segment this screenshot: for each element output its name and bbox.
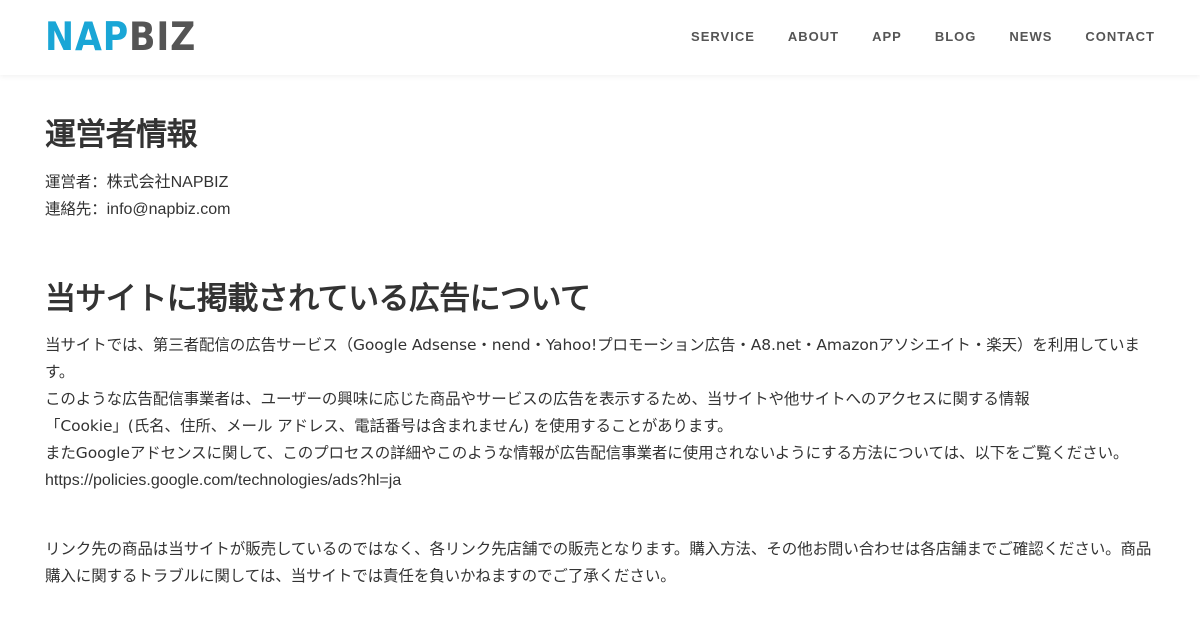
ads-paragraph-1: 当サイトでは、第三者配信の広告サービス（Google Adsense・nend・… bbox=[45, 336, 1140, 381]
ads-paragraph-4: またGoogleアドセンスに関して、このプロセスの詳細やこのような情報が広告配信… bbox=[45, 444, 1129, 462]
main-nav: SERVICE ABOUT APP BLOG NEWS CONTACT bbox=[691, 28, 1155, 46]
site-header: NAPBIZ SERVICE ABOUT APP BLOG NEWS CONTA… bbox=[0, 0, 1200, 75]
logo-text-nap: NAP bbox=[45, 15, 130, 60]
contact-email: info@napbiz.com bbox=[106, 201, 231, 218]
operator-info: 運営者：株式会社NAPBIZ 連絡先：info@napbiz.com bbox=[45, 169, 230, 223]
nav-app[interactable]: APP bbox=[872, 28, 902, 46]
operator-heading: 運営者情報 bbox=[45, 117, 198, 153]
nav-about[interactable]: ABOUT bbox=[788, 28, 839, 46]
nav-news[interactable]: NEWS bbox=[1009, 28, 1052, 46]
ads-note: リンク先の商品は当サイトが販売しているのではなく、各リンク先店舗での販売となりま… bbox=[45, 536, 1157, 590]
nav-service[interactable]: SERVICE bbox=[691, 28, 755, 46]
ads-paragraph-3: 「Cookie」(氏名、住所、メール アドレス、電話番号は含まれません) を使用… bbox=[45, 417, 733, 435]
logo-text-biz: BIZ bbox=[129, 15, 197, 60]
ads-paragraph-2: このような広告配信事業者は、ユーザーの興味に応じた商品やサービスの広告を表示する… bbox=[45, 390, 1030, 408]
nav-contact[interactable]: CONTACT bbox=[1085, 28, 1155, 46]
ads-note-text: リンク先の商品は当サイトが販売しているのではなく、各リンク先店舗での販売となりま… bbox=[45, 540, 1152, 585]
operator-row: 運営者：株式会社NAPBIZ bbox=[45, 169, 230, 196]
policy-url[interactable]: https://policies.google.com/technologies… bbox=[45, 472, 401, 489]
contact-row: 連絡先：info@napbiz.com bbox=[45, 196, 230, 223]
nav-blog[interactable]: BLOG bbox=[935, 28, 977, 46]
site-logo[interactable]: NAPBIZ bbox=[45, 18, 196, 58]
operator-label: 運営者： bbox=[45, 173, 107, 191]
ads-heading: 当サイトに掲載されている広告について bbox=[45, 281, 591, 317]
contact-label: 連絡先： bbox=[45, 200, 107, 218]
google-ads-policy-link[interactable]: https://policies.google.com/technologies… bbox=[45, 467, 1157, 494]
ads-description: 当サイトでは、第三者配信の広告サービス（Google Adsense・nend・… bbox=[45, 332, 1157, 494]
operator-value: 株式会社NAPBIZ bbox=[106, 174, 229, 191]
